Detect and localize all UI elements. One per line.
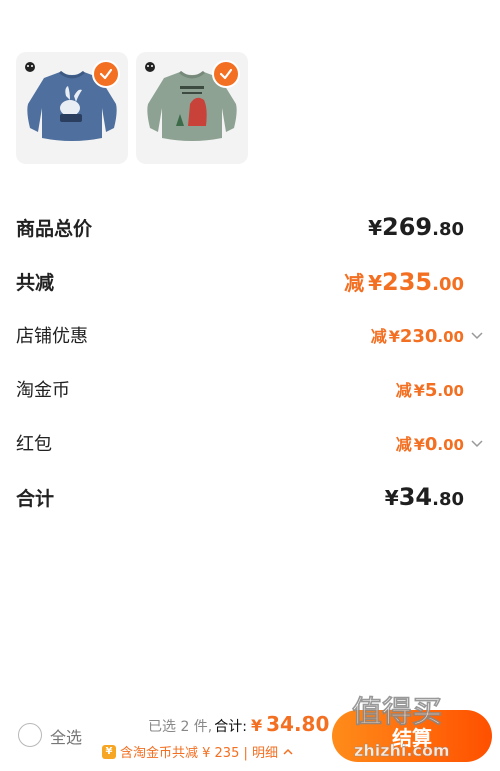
- total-discount-label: 共减: [16, 271, 55, 294]
- row-taojinbi: 淘金币 减 ¥5.00: [16, 362, 486, 416]
- row-total-discount: 共减 减 ¥235.00: [16, 254, 486, 308]
- selected-check-icon[interactable]: [92, 60, 120, 88]
- brand-logo-icon: [144, 60, 156, 74]
- subtotal-amount: ¥269.80: [368, 213, 464, 241]
- product-thumb-blue-sweater[interactable]: [16, 52, 128, 164]
- watermark-logo-icon: 值得买 zhizhi.com: [352, 695, 450, 761]
- selected-count: 已选 2 件,: [148, 719, 213, 735]
- product-thumbnails: [16, 52, 248, 164]
- red-packet-amount: 减 ¥0.00: [395, 434, 464, 455]
- total-label-bottom: 合计:: [214, 719, 247, 735]
- coin-discount-text: 含淘金币共减 ¥ 235 | 明细: [120, 746, 278, 761]
- coin-discount-detail[interactable]: ¥ 含淘金币共减 ¥ 235 | 明细: [102, 742, 294, 761]
- chevron-down-icon[interactable]: [470, 436, 484, 450]
- watermark-text: 值得买: [352, 695, 442, 730]
- subtotal-label: 商品总价: [16, 217, 93, 240]
- chevron-up-icon[interactable]: [282, 747, 294, 757]
- total-amount: ¥34.80: [384, 483, 464, 511]
- shop-discount-label: 店铺优惠: [16, 326, 88, 347]
- coin-icon: ¥: [102, 744, 116, 759]
- total-discount-amount: 减 ¥235.00: [344, 267, 464, 296]
- red-packet-label: 红包: [16, 434, 52, 455]
- row-subtotal: 商品总价 ¥269.80: [16, 200, 486, 254]
- brand-logo-icon: [24, 60, 36, 74]
- taojinbi-label: 淘金币: [16, 380, 70, 401]
- selected-check-icon[interactable]: [212, 60, 240, 88]
- chevron-down-icon[interactable]: [470, 328, 484, 342]
- row-shop-discount[interactable]: 店铺优惠 减 ¥230.00: [16, 308, 486, 362]
- select-all-label[interactable]: 全选: [50, 724, 82, 748]
- row-red-packet[interactable]: 红包 减 ¥0.00: [16, 416, 486, 470]
- row-total: 合计 ¥34.80: [16, 470, 486, 524]
- product-thumb-green-sweater[interactable]: [136, 52, 248, 164]
- taojinbi-amount: 减 ¥5.00: [395, 380, 464, 401]
- total-label: 合计: [16, 487, 55, 510]
- selection-summary: 已选 2 件, 合计: ¥34.80: [148, 712, 329, 736]
- watermark-domain: zhizhi.com: [354, 741, 450, 760]
- shop-discount-amount: 减 ¥230.00: [370, 326, 464, 347]
- select-all-radio[interactable]: [18, 723, 42, 747]
- price-breakdown: 商品总价 ¥269.80 共减 减 ¥235.00 店铺优惠 减 ¥230.00 淘…: [16, 200, 486, 524]
- total-price-bottom: ¥34.80: [250, 712, 330, 736]
